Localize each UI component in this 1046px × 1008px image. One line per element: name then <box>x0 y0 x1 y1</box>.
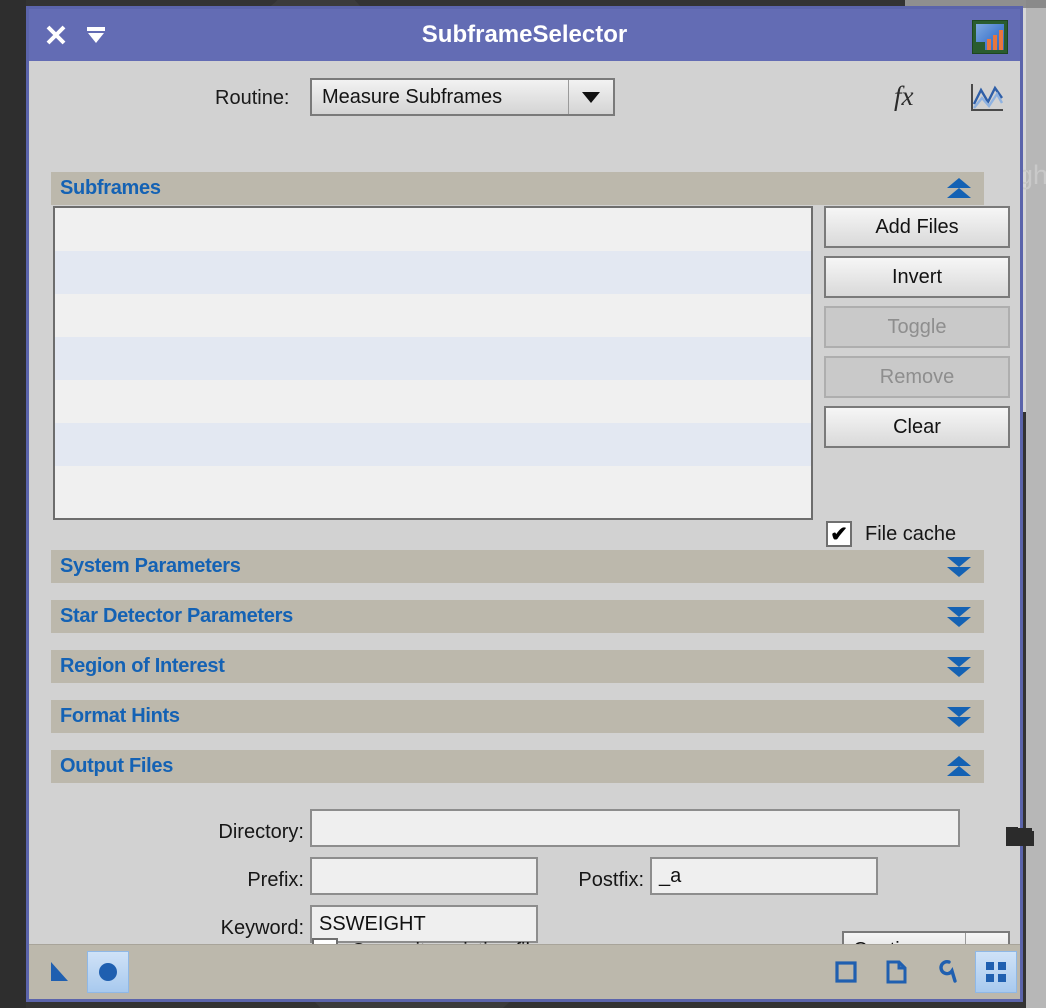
section-header-subframes[interactable]: Subframes <box>51 172 984 205</box>
new-instance-icon[interactable] <box>825 951 867 993</box>
remove-label: Remove <box>879 365 955 388</box>
section-title-region-of-interest: Region of Interest <box>60 655 225 677</box>
background-right-panel-edge <box>1026 0 1046 8</box>
window-title: SubframeSelector <box>421 21 628 48</box>
postfix-label: Postfix: <box>578 869 644 891</box>
file-cache-checkbox[interactable]: ✔ <box>826 521 852 547</box>
section-title-format-hints: Format Hints <box>60 705 180 727</box>
collapse-window-icon[interactable] <box>83 22 109 48</box>
check-icon: ✔ <box>830 522 848 546</box>
section-header-system-parameters[interactable]: System Parameters <box>51 550 984 583</box>
chevron-down-icon <box>568 80 613 114</box>
section-title-star-detector-parameters: Star Detector Parameters <box>60 605 293 627</box>
file-cache-checkbox-row[interactable]: ✔ File cache <box>826 521 956 547</box>
invert-button[interactable]: Invert <box>824 256 1010 298</box>
add-files-label: Add Files <box>875 215 959 238</box>
invert-label: Invert <box>891 265 943 288</box>
directory-input[interactable] <box>310 809 960 847</box>
prefix-label: Prefix: <box>247 869 304 891</box>
reset-icon[interactable] <box>925 951 967 993</box>
collapse-up-icon <box>946 755 972 779</box>
subframeselector-window: SubframeSelector Routine: Measure Subfra… <box>26 6 1034 1002</box>
clear-button[interactable]: Clear <box>824 406 1010 448</box>
routine-select[interactable]: Measure Subframes <box>310 78 615 116</box>
apply-global-icon[interactable] <box>39 951 81 993</box>
routine-label: Routine: <box>215 87 290 109</box>
add-files-button[interactable]: Add Files <box>824 206 1010 248</box>
bottom-toolbar <box>29 944 1020 999</box>
expand-down-icon <box>946 655 972 679</box>
prefix-input[interactable] <box>310 857 538 895</box>
list-row-stripe <box>55 337 811 380</box>
postfix-input[interactable]: _a <box>650 857 878 895</box>
expand-down-icon <box>946 605 972 629</box>
toggle-label: Toggle <box>887 315 947 338</box>
routine-select-value: Measure Subframes <box>322 85 503 108</box>
desktop-left-strip <box>0 0 26 1008</box>
list-row-stripe <box>55 423 811 466</box>
section-title-output-files: Output Files <box>60 755 174 777</box>
section-title-subframes: Subframes <box>60 177 161 199</box>
real-time-preview-icon[interactable] <box>87 951 129 993</box>
graph-icon[interactable] <box>969 82 1005 114</box>
keyword-label: Keyword: <box>220 917 304 939</box>
collapse-up-icon <box>946 177 972 201</box>
file-cache-label: File cache <box>865 522 957 545</box>
subframes-list[interactable] <box>53 206 813 520</box>
remove-button: Remove <box>824 356 1010 398</box>
collapse-sections-icon[interactable] <box>975 951 1017 993</box>
fx-icon[interactable]: fx <box>894 81 914 112</box>
subframeselector-app-icon <box>972 20 1008 54</box>
section-header-format-hints[interactable]: Format Hints <box>51 700 984 733</box>
expand-down-icon <box>946 705 972 729</box>
section-header-star-detector-parameters[interactable]: Star Detector Parameters <box>51 600 984 633</box>
browse-documentation-icon[interactable] <box>875 951 917 993</box>
toggle-button: Toggle <box>824 306 1010 348</box>
expand-down-icon <box>946 555 972 579</box>
section-header-output-files[interactable]: Output Files <box>51 750 984 783</box>
clear-label: Clear <box>893 415 941 438</box>
section-header-region-of-interest[interactable]: Region of Interest <box>51 650 984 683</box>
routine-row: Routine: Measure Subframes fx <box>29 78 1020 118</box>
folder-icon[interactable] <box>1004 822 1036 848</box>
list-row-stripe <box>55 251 811 294</box>
directory-label: Directory: <box>218 821 304 843</box>
dialog-body: Routine: Measure Subframes fx Subframes <box>29 61 1034 969</box>
section-title-system-parameters: System Parameters <box>60 555 241 577</box>
window-titlebar: SubframeSelector <box>29 9 1020 61</box>
close-icon[interactable] <box>43 22 69 48</box>
background-right-panel <box>1026 0 1046 1008</box>
